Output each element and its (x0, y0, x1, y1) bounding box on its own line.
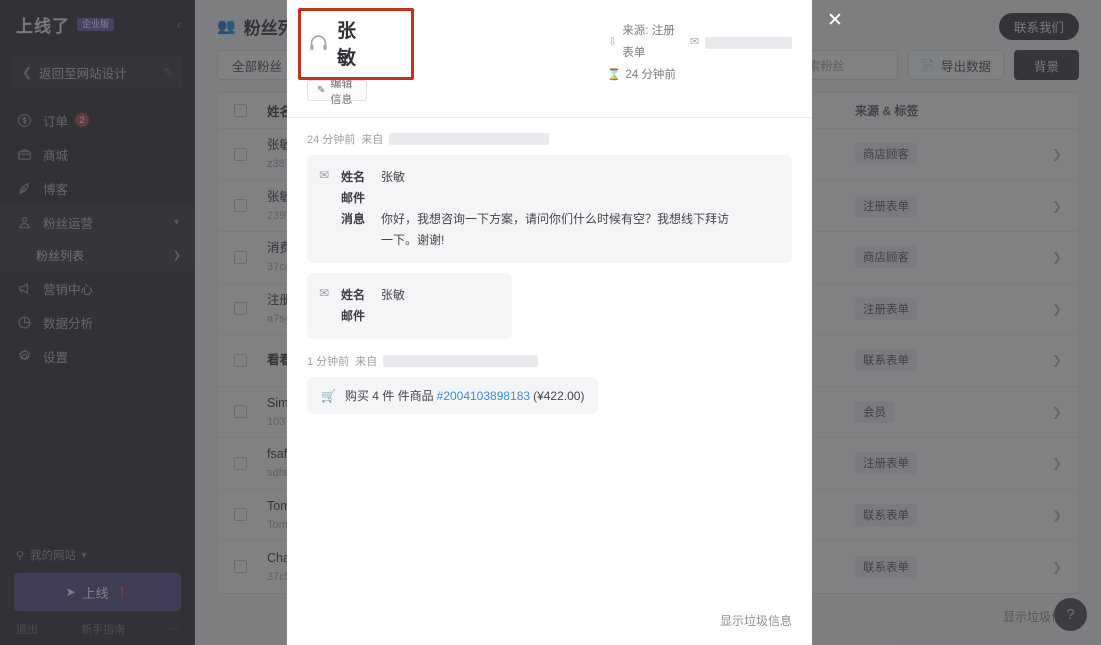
screen-root: 上线了 企业版 ‹ ❮ 返回至网站设计 ✎ 订单 2 (0, 0, 1101, 645)
contact-time-row: ⌛ 24 分钟前 (607, 65, 792, 87)
purchase-card[interactable]: 🛒 购买 4 件 件商品 #2004103898183 (¥422.00) (307, 377, 599, 414)
field-key: 消息 (341, 212, 366, 226)
contact-email-redacted (704, 36, 793, 49)
timeline-timestamp: 1 分钟前 来自 (307, 353, 792, 369)
field-value (381, 188, 778, 209)
envelope-icon: ✉ (319, 168, 330, 182)
field-value (381, 306, 498, 327)
form-field: 姓名 张敏 (341, 167, 778, 188)
field-key: 姓名 (341, 170, 366, 184)
headset-avatar-icon (307, 32, 329, 54)
source-icon: ⇩ (607, 36, 617, 49)
timeline-timestamp: 24 分钟前 来自 (307, 131, 792, 147)
timeline-from-label: 来自 (361, 134, 384, 146)
field-key: 姓名 (341, 288, 366, 302)
field-value: 张敏 (381, 288, 406, 302)
timeline-source-redacted (383, 355, 539, 367)
timeline-time: 1 分钟前 (307, 356, 350, 368)
contact-source-label: 来源: 注册表单 (622, 25, 675, 59)
form-field: 姓名 张敏 (341, 285, 498, 306)
timeline-from-label: 来自 (355, 356, 378, 368)
contact-source-row: ⇩ 来源: 注册表单 ✉ (607, 21, 793, 65)
contact-identity: 张敏 ✎ 编辑信息 (298, 8, 414, 106)
contact-time-label: 24 分钟前 (625, 68, 676, 81)
show-spam-link[interactable]: 显示垃圾信息 (720, 612, 792, 629)
modal-header: 张敏 ✎ 编辑信息 ⇩ 来源: 注册表单 ✉ ⌛ 24 分钟前 (287, 0, 812, 106)
close-icon[interactable]: ✕ (824, 9, 846, 31)
form-field: 邮件 (341, 306, 498, 327)
form-field: 消息 你好，我想咨询一下方案，请问你们什么时候有空？我想线下拜访一下。谢谢! (341, 209, 778, 251)
contact-name: 张敏 (337, 21, 357, 69)
edit-info-button[interactable]: ✎ 编辑信息 (307, 78, 368, 106)
edit-info-label: 编辑信息 (330, 77, 353, 106)
contact-meta: ⇩ 来源: 注册表单 ✉ ⌛ 24 分钟前 (607, 16, 793, 101)
pencil-icon: ✎ (317, 85, 326, 96)
field-key: 邮件 (341, 309, 366, 323)
envelope-icon: ✉ (689, 36, 700, 49)
cart-icon: 🛒 (321, 388, 336, 403)
clock-icon: ⌛ (607, 69, 622, 82)
activity-timeline: 24 分钟前 来自 ✉ 姓名 张敏 邮件 消息 你好，我想咨询一下方案，请问你们… (287, 118, 812, 414)
field-value: 张敏 (381, 170, 406, 184)
timeline-time: 24 分钟前 (307, 134, 356, 146)
purchase-text: 购买 4 件 件商品 (344, 389, 434, 403)
form-submission-card[interactable]: ✉ 姓名 张敏 邮件 消息 你好，我想咨询一下方案，请问你们什么时候有空？我想线… (307, 155, 792, 263)
contact-detail-modal: 张敏 ✎ 编辑信息 ⇩ 来源: 注册表单 ✉ ⌛ 24 分钟前 24 分钟前 来… (287, 0, 812, 645)
modal-footer: 显示垃圾信息 (287, 612, 812, 645)
timeline-source-redacted (389, 133, 550, 145)
envelope-icon: ✉ (319, 286, 330, 300)
form-field: 邮件 (341, 188, 778, 209)
field-value: 你好，我想咨询一下方案，请问你们什么时候有空？我想线下拜访一下。谢谢! (381, 212, 730, 247)
form-submission-card[interactable]: ✉ 姓名 张敏 邮件 (307, 273, 512, 339)
field-key: 邮件 (341, 191, 366, 205)
order-id-link[interactable]: #2004103898183 (437, 389, 530, 403)
purchase-amount: (¥422.00) (533, 388, 585, 403)
